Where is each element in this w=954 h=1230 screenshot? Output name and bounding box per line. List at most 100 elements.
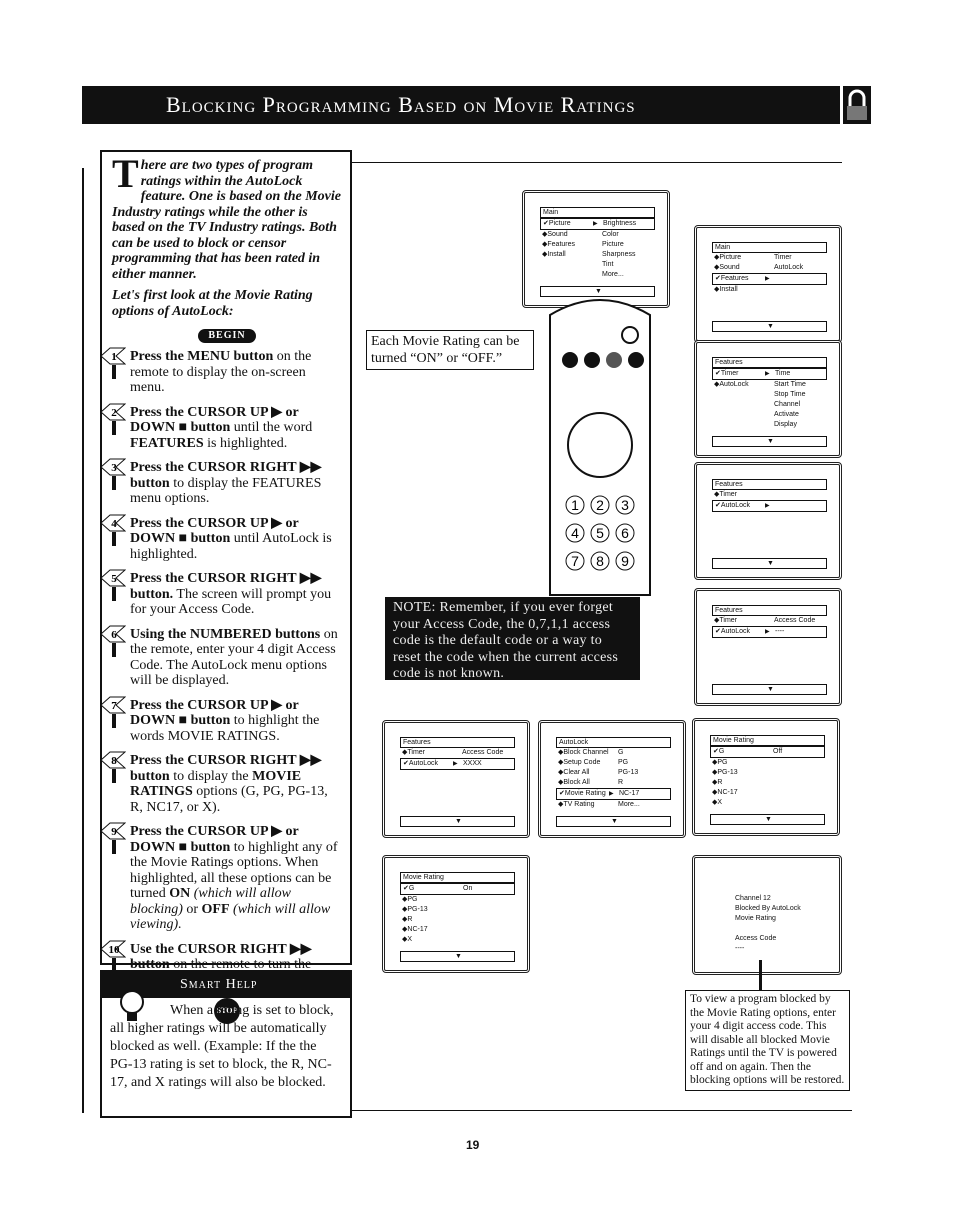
step-number-badge: 10 <box>100 940 127 958</box>
step-6: 6 Using the NUMBERED buttons on the remot… <box>100 625 342 689</box>
tv-screen-menu: Features ◆Timer Access Code ✔AutoLock ▶ XXXX ▼ <box>382 720 530 838</box>
step-text: Press the MENU button <box>130 349 274 364</box>
scroll-down-icon: ▼ <box>556 816 671 827</box>
menu-item-value: Timer <box>774 254 792 261</box>
menu-header: Features <box>712 479 827 490</box>
step-number-badge: 9 <box>100 822 127 840</box>
menu-item-label: ◆Block All <box>558 779 590 786</box>
menu-item-label: ◆PG-13 <box>712 769 738 776</box>
menu-item-value: Access Code <box>462 749 504 756</box>
menu-item: ◆R <box>710 778 825 788</box>
menu-item: ◆Timer Access Code <box>712 616 827 626</box>
arrow-right-icon: ▶ <box>453 761 458 767</box>
step-4: 4 Press the CURSOR UP ▶ or DOWN ■ button … <box>100 514 342 563</box>
step-marker <box>112 531 116 546</box>
scroll-down-icon: ▼ <box>710 814 825 825</box>
menu-item-label: ✔Picture <box>543 220 571 227</box>
menu-header: Features <box>400 737 515 748</box>
digit-label: 5 <box>596 525 604 541</box>
step-marker <box>112 420 116 435</box>
menu-item-label: ◆Sound <box>714 264 740 271</box>
step-9: 9 Press the CURSOR UP ▶ or DOWN ■ button … <box>100 822 342 933</box>
menu-item: ✔AutoLock ▶ XXXX <box>400 758 515 770</box>
intro-sub: Let's first look at the Movie Rating opt… <box>112 288 313 319</box>
scroll-down-icon: ▼ <box>712 684 827 695</box>
arrow-right-icon: ▶ <box>765 629 770 635</box>
menu-header: Features <box>712 605 827 616</box>
step-number-badge: 4 <box>100 514 127 532</box>
menu-item-value: Time <box>775 370 791 377</box>
menu-item-value: ---- <box>775 628 785 635</box>
menu-item-label: ◆R <box>402 916 413 923</box>
menu-item: ◆Install Sharpness <box>540 250 655 260</box>
step-text: Using the NUMBERED buttons <box>130 626 321 642</box>
svg-text:1: 1 <box>111 351 117 363</box>
arrow-right-icon: ▶ <box>609 791 614 797</box>
menu-item-label: ✔Movie Rating <box>559 790 606 797</box>
arrow-right-icon: ▶ <box>765 503 770 509</box>
digit-label: 1 <box>571 497 579 513</box>
menu-item-value: Off <box>773 748 783 755</box>
step-number-badge: 2 <box>100 403 127 421</box>
step-2: 2 Press the CURSOR UP ▶ or DOWN ■ button … <box>100 403 342 452</box>
step-5: 5 Press the CURSOR RIGHT ▶▶ button. The s… <box>100 569 342 618</box>
menu-item-label: ◆Install <box>714 286 738 293</box>
step-number-badge: 6 <box>100 625 127 643</box>
menu-item-label: ✔G <box>403 885 415 892</box>
step-number-badge: 3 <box>100 458 127 476</box>
menu-item-value: XXXX <box>463 760 482 767</box>
digit-label: 3 <box>621 497 629 513</box>
menu-item-label: ◆Features <box>542 241 576 248</box>
menu-item: ◆Clear All PG-13 <box>556 768 671 778</box>
scroll-down-icon: ▼ <box>400 816 515 827</box>
svg-text:4: 4 <box>111 518 117 530</box>
menu-item-label: ◆NC-17 <box>402 926 428 933</box>
arrow-right-icon: ▶ <box>765 371 770 377</box>
menu-item-label: ✔G <box>713 748 725 755</box>
digit-label: 9 <box>621 553 629 569</box>
arrow-line <box>759 960 762 990</box>
menu-item-value: NC-17 <box>619 790 640 797</box>
lightbulb-icon <box>120 990 144 1021</box>
menu-item-label: ◆Setup Code <box>558 759 601 766</box>
svg-text:8: 8 <box>111 755 117 767</box>
menu-item: ◆X <box>400 935 515 945</box>
step-1: 1 Press the MENU button on the remote to … <box>100 347 342 396</box>
menu-item: ◆PG-13 <box>710 768 825 778</box>
menu-item: ◆Install <box>712 285 827 295</box>
menu-item: ◆PG <box>400 895 515 905</box>
blocked-line: Channel 12 <box>735 895 771 902</box>
menu-item: ✔Features ▶ <box>712 273 827 285</box>
arrow-right-icon: ▶ <box>593 221 598 227</box>
menu-item-value: Color <box>602 231 619 238</box>
digit-label: 7 <box>571 553 579 569</box>
svg-text:2: 2 <box>111 407 117 419</box>
menu-item: ◆AutoLock Start Time <box>712 380 827 390</box>
menu-item: ◆NC-17 <box>710 788 825 798</box>
menu-item: Stop Time <box>712 390 827 400</box>
menu-item: ◆Sound Color <box>540 230 655 240</box>
menu-item-value: Brightness <box>603 220 637 227</box>
menu-item-label: ◆PG-13 <box>402 906 428 913</box>
menu-item-label: ◆Picture <box>714 254 742 261</box>
menu-header: Movie Rating <box>400 872 515 883</box>
menu-item-label: ◆Block Channel <box>558 749 609 756</box>
menu-item: ◆NC-17 <box>400 925 515 935</box>
menu-item: ◆Timer Access Code <box>400 748 515 758</box>
menu-header: Main <box>712 242 827 253</box>
menu-item-value: On <box>463 885 473 892</box>
menu: Movie Rating ✔G On ◆PG ◆PG-13 ◆R ◆NC-17 ◆X <box>400 872 515 945</box>
step-marker <box>112 769 116 783</box>
menu-item: ◆Block All R <box>556 778 671 788</box>
callout-blocked: To view a program blocked by the Movie R… <box>685 990 850 1091</box>
menu: Features ✔Timer ▶ Time ◆AutoLock Start Time St… <box>712 357 827 430</box>
menu-item: ✔G Off <box>710 746 825 758</box>
menu-item-value: Channel <box>774 401 801 408</box>
menu-item-label: ✔AutoLock <box>715 628 751 635</box>
menu-header: Movie Rating <box>710 735 825 746</box>
digit-label: 8 <box>596 553 604 569</box>
menu-item: Display <box>712 420 827 430</box>
menu: AutoLock ◆Block Channel G ◆Setup Code PG ◆Cle… <box>556 737 671 810</box>
menu-item-label: ◆X <box>402 936 413 943</box>
menu-item-value: Start Time <box>774 381 806 388</box>
